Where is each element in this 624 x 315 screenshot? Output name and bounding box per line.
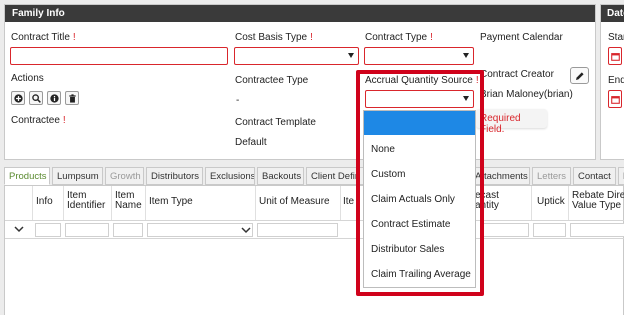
info-button[interactable] bbox=[47, 91, 61, 105]
chevron-down-icon bbox=[348, 53, 354, 58]
tab-products[interactable]: Products bbox=[4, 167, 50, 185]
column-header-item-identifier[interactable]: Item Identifier bbox=[67, 191, 109, 211]
pencil-icon bbox=[576, 72, 584, 80]
dropdown-option-empty[interactable] bbox=[364, 111, 475, 135]
contractee-type-label: Contractee Type bbox=[235, 75, 309, 86]
detail-tabs: Products Lumpsum Growth Distributors Exc… bbox=[4, 167, 624, 185]
column-divider bbox=[32, 186, 33, 220]
column-header-rebate-direct-value-type[interactable]: Rebate Direc Value Type bbox=[572, 191, 624, 211]
search-icon bbox=[32, 94, 41, 103]
tab-growth[interactable]: Growth bbox=[105, 167, 144, 185]
grid-filter-row bbox=[5, 220, 624, 239]
info-filter[interactable] bbox=[35, 223, 61, 237]
add-button[interactable] bbox=[11, 91, 25, 105]
dropdown-option-none[interactable]: None bbox=[371, 144, 395, 155]
actions-label: Actions bbox=[11, 73, 44, 84]
contract-template-value: Default bbox=[235, 137, 267, 148]
info-icon bbox=[50, 94, 59, 103]
payment-calendar-label: Payment Calendar bbox=[480, 32, 563, 43]
column-divider bbox=[340, 186, 341, 220]
tab-distributors[interactable]: Distributors bbox=[146, 167, 203, 185]
cost-basis-type-select[interactable] bbox=[234, 47, 359, 65]
calendar-icon bbox=[611, 96, 620, 104]
end-date-label: End bbox=[608, 75, 624, 86]
end-date-calendar-button[interactable] bbox=[608, 90, 622, 108]
cost-basis-type-label: Cost Basis Type! bbox=[235, 32, 313, 43]
contractee-type-value: - bbox=[236, 95, 240, 106]
chevron-down-icon bbox=[463, 96, 469, 101]
item-identifier-filter[interactable] bbox=[65, 223, 109, 237]
contract-creator-value: Brian Maloney(brian) bbox=[480, 89, 573, 100]
dropdown-option-claim-trailing-average[interactable]: Claim Trailing Average bbox=[371, 269, 471, 280]
item-name-filter[interactable] bbox=[113, 223, 143, 237]
contract-creator-label: Contract Creator bbox=[480, 69, 554, 80]
column-divider bbox=[111, 186, 112, 220]
column-header-item-partial[interactable]: Ite bbox=[343, 197, 354, 207]
tab-attachments[interactable]: Attachments bbox=[470, 167, 530, 185]
products-grid: Info Item Identifier Item Name Item Type… bbox=[4, 185, 624, 315]
start-date-label: Star bbox=[608, 32, 624, 43]
column-divider bbox=[568, 186, 569, 220]
forecast-quantity-filter[interactable] bbox=[483, 223, 529, 237]
tab-lumpsum[interactable]: Lumpsum bbox=[52, 167, 103, 185]
trash-icon bbox=[69, 94, 76, 103]
uptick-filter[interactable] bbox=[533, 223, 566, 237]
chevron-down-icon bbox=[14, 226, 24, 233]
column-divider bbox=[255, 186, 256, 220]
dates-panel-title: Date bbox=[601, 5, 624, 22]
column-header-forecast-quantity[interactable]: ecast antity bbox=[475, 191, 511, 211]
edit-creator-button[interactable] bbox=[570, 67, 589, 84]
column-header-uptick[interactable]: Uptick bbox=[537, 197, 565, 207]
tab-client-defined[interactable]: Client Defin bbox=[306, 167, 364, 185]
dropdown-option-claim-actuals-only[interactable]: Claim Actuals Only bbox=[371, 194, 455, 205]
contractee-label: Contractee! bbox=[11, 115, 66, 126]
plus-icon bbox=[14, 94, 23, 103]
dropdown-option-distributor-sales[interactable]: Distributor Sales bbox=[371, 244, 444, 255]
item-type-filter[interactable] bbox=[147, 223, 253, 237]
column-divider bbox=[63, 186, 64, 220]
column-header-unit-of-measure[interactable]: Unit of Measure bbox=[259, 197, 330, 207]
panel-title: Family Info bbox=[5, 5, 595, 22]
calendar-icon bbox=[611, 53, 620, 61]
tab-letters[interactable]: Letters bbox=[532, 167, 571, 185]
required-field-tooltip: Required Field. bbox=[476, 109, 547, 135]
contract-template-label: Contract Template bbox=[235, 117, 316, 128]
contract-type-label: Contract Type! bbox=[365, 32, 433, 43]
column-divider bbox=[531, 186, 532, 220]
delete-button[interactable] bbox=[65, 91, 79, 105]
dropdown-option-custom[interactable]: Custom bbox=[371, 169, 405, 180]
accrual-quantity-source-dropdown: None Custom Claim Actuals Only Contract … bbox=[363, 110, 476, 288]
contract-type-select[interactable] bbox=[364, 47, 474, 65]
tab-more[interactable]: E bbox=[618, 167, 624, 185]
chevron-down-icon bbox=[463, 53, 469, 58]
dropdown-option-contract-estimate[interactable]: Contract Estimate bbox=[371, 219, 450, 230]
column-header-info[interactable]: Info bbox=[36, 197, 53, 207]
rebate-value-type-filter[interactable] bbox=[570, 223, 624, 237]
chevron-down-icon bbox=[241, 227, 251, 234]
column-header-item-name[interactable]: Item Name bbox=[115, 191, 143, 211]
tab-contact[interactable]: Contact bbox=[573, 167, 616, 185]
tab-backouts[interactable]: Backouts bbox=[257, 167, 304, 185]
column-header-item-type[interactable]: Item Type bbox=[149, 197, 193, 207]
accrual-quantity-source-select[interactable] bbox=[365, 90, 474, 108]
contract-title-label: Contract Title! bbox=[11, 32, 76, 43]
start-date-calendar-button[interactable] bbox=[608, 47, 622, 65]
search-button[interactable] bbox=[29, 91, 43, 105]
column-divider bbox=[145, 186, 146, 220]
tab-exclusions[interactable]: Exclusions bbox=[205, 167, 255, 185]
contract-title-input[interactable] bbox=[10, 47, 228, 65]
accrual-quantity-source-label: Accrual Quantity Source! bbox=[365, 75, 479, 86]
unit-of-measure-filter[interactable] bbox=[257, 223, 338, 237]
